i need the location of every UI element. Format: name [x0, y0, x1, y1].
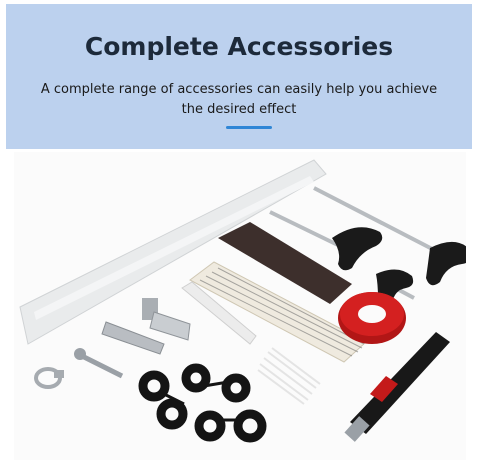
cable-ties — [257, 347, 321, 405]
mounting-brackets — [101, 298, 191, 355]
t-handle-rods — [269, 186, 466, 306]
product-photo — [14, 152, 466, 460]
header-banner: Complete Accessories A complete range of… — [6, 4, 472, 149]
rubber-washers — [138, 363, 267, 443]
page-title: Complete Accessories — [84, 32, 394, 61]
title-accent-line — [226, 126, 272, 129]
product-card: Complete Accessories A complete range of… — [6, 4, 472, 466]
hook-and-loop-strap — [344, 332, 450, 442]
accessories-illustration — [19, 159, 466, 443]
page-subtitle: A complete range of accessories can easi… — [40, 82, 438, 117]
bolt — [74, 348, 124, 379]
hose-clamp — [34, 367, 64, 389]
red-vinyl-tape — [338, 292, 406, 344]
